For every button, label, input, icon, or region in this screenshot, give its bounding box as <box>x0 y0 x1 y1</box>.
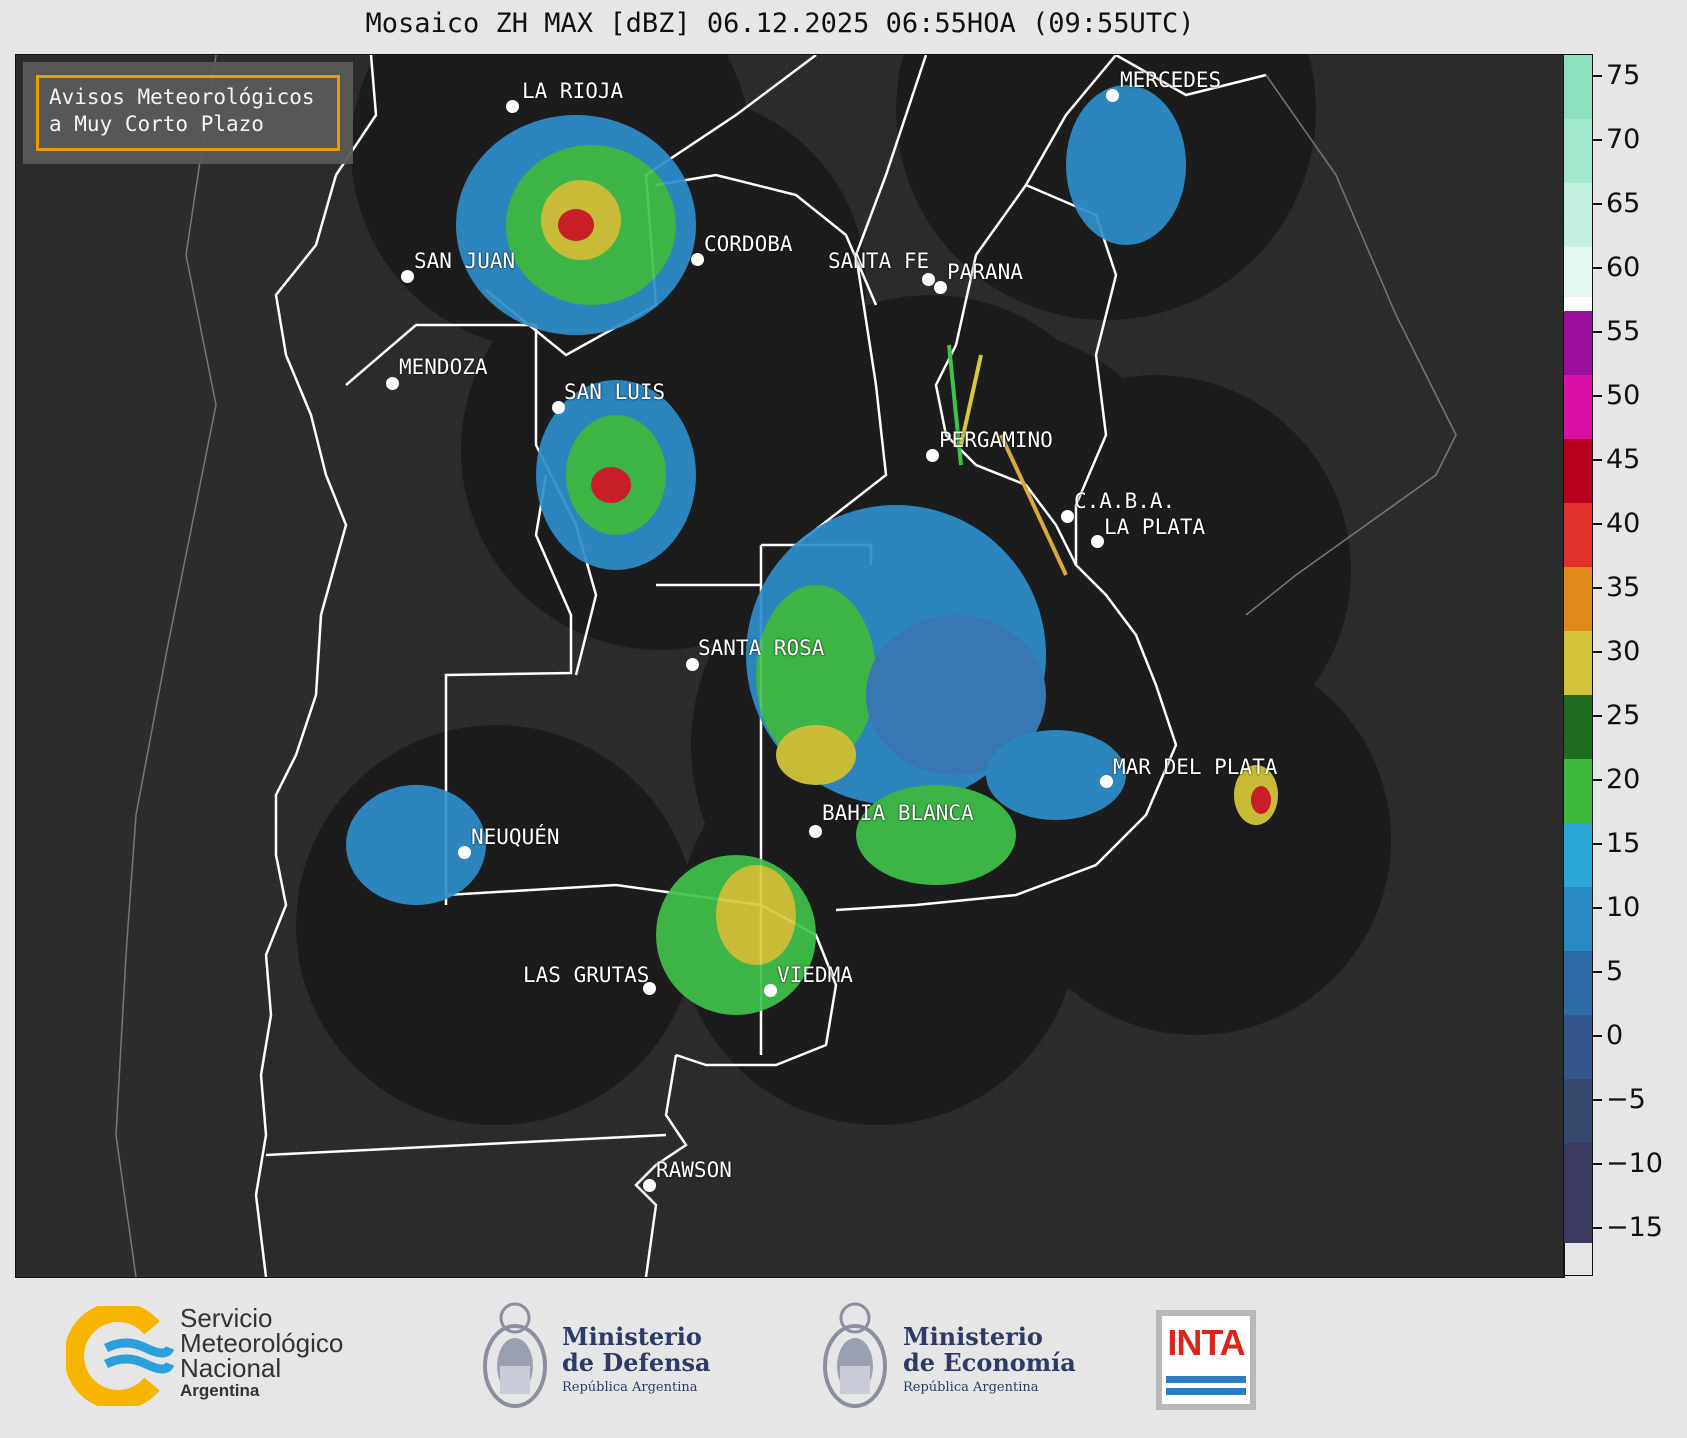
city-label-mercedes: MERCEDES <box>1120 68 1222 92</box>
city-dot-la-plata[interactable] <box>1091 535 1104 548</box>
cbar-label: 0 <box>1606 1020 1624 1051</box>
cbar-label: 45 <box>1606 444 1641 475</box>
cbar-label: 10 <box>1606 892 1641 923</box>
cbar-tick <box>1593 1163 1602 1165</box>
colorbar <box>1563 54 1593 1276</box>
cbar-tick <box>1593 75 1602 77</box>
city-dot-san-juan[interactable] <box>401 270 414 283</box>
city-dot-rawson[interactable] <box>643 1179 656 1192</box>
city-label-las-grutas: LAS GRUTAS <box>523 963 650 987</box>
city-label-santa-rosa: SANTA ROSA <box>698 636 825 660</box>
cbar-tick <box>1593 139 1602 141</box>
badge-panel: Avisos Meteorológicos a Muy Corto Plazo <box>23 62 353 164</box>
cbar-label: −5 <box>1606 1084 1646 1115</box>
city-label-santa-fe: SANTA FE <box>828 249 930 273</box>
cbar-tick <box>1593 779 1602 781</box>
economia-sub: República Argentina <box>903 1380 1039 1395</box>
cbar-label: 25 <box>1606 700 1641 731</box>
cbar-label: 40 <box>1606 508 1641 539</box>
city-label-mendoza: MENDOZA <box>399 355 488 379</box>
cbar-tick <box>1593 267 1602 269</box>
cbar-tick <box>1593 523 1602 525</box>
city-label-la-rioja: LA RIOJA <box>522 79 624 103</box>
cbar-tick <box>1593 331 1602 333</box>
city-label-viedma: VIEDMA <box>777 963 853 987</box>
cbar-tick <box>1593 1227 1602 1229</box>
city-label-la-plata: LA PLATA <box>1104 515 1206 539</box>
radar-circle-neuquen <box>296 725 696 1125</box>
cbar-tick <box>1593 587 1602 589</box>
cbar-label: 75 <box>1606 60 1641 91</box>
city-label-parana: PARANA <box>947 260 1023 284</box>
cbar-tick <box>1593 907 1602 909</box>
radar-map[interactable]: Avisos Meteorológicos a Muy Corto Plazo … <box>15 54 1565 1278</box>
cbar-label: 35 <box>1606 572 1641 603</box>
cbar-tick <box>1593 715 1602 717</box>
cbar-label: 65 <box>1606 188 1641 219</box>
city-dot-cordoba[interactable] <box>691 253 704 266</box>
cbar-tick <box>1593 651 1602 653</box>
cbar-label: 30 <box>1606 636 1641 667</box>
badge-frame: Avisos Meteorológicos a Muy Corto Plazo <box>36 75 340 151</box>
city-label-pergamino: PERGAMINO <box>939 428 1053 452</box>
cbar-label: 50 <box>1606 380 1641 411</box>
city-dot-la-rioja[interactable] <box>506 100 519 113</box>
city-dot-neuquen[interactable] <box>458 846 471 859</box>
economia-line-1: Ministerio <box>903 1322 1043 1351</box>
city-dot-parana[interactable] <box>934 281 947 294</box>
cbar-label: 55 <box>1606 316 1641 347</box>
cbar-tick <box>1593 1035 1602 1037</box>
city-dot-mendoza[interactable] <box>386 377 399 390</box>
economia-name: Ministerio de Economía <box>903 1324 1076 1376</box>
badge-line-1: Avisos Meteorológicos <box>49 85 315 109</box>
inta-logo: INTA <box>1156 1310 1256 1410</box>
city-label-neuquen: NEUQUÉN <box>471 825 560 849</box>
cbar-label: 5 <box>1606 956 1624 987</box>
cbar-label: −10 <box>1606 1148 1663 1179</box>
defensa-line-2: de Defensa <box>562 1348 711 1377</box>
cbar-tick <box>1593 971 1602 973</box>
cbar-tick <box>1593 395 1602 397</box>
city-dot-santa-fe[interactable] <box>922 273 935 286</box>
coat-of-arms-icon <box>823 1302 887 1408</box>
badge-line-2: a Muy Corto Plazo <box>49 112 264 136</box>
defensa-name: Ministerio de Defensa <box>562 1324 711 1376</box>
defensa-sub: República Argentina <box>562 1380 698 1395</box>
city-dot-caba[interactable] <box>1061 510 1074 523</box>
city-label-bahia-blanca: BAHIA BLANCA <box>822 801 974 825</box>
cbar-label: 20 <box>1606 764 1641 795</box>
cbar-label: 60 <box>1606 252 1641 283</box>
city-dot-mercedes[interactable] <box>1106 89 1119 102</box>
city-label-caba: C.A.B.A. <box>1074 489 1176 513</box>
coat-of-arms-icon <box>483 1302 547 1408</box>
economia-line-2: de Economía <box>903 1348 1076 1377</box>
cbar-tick <box>1593 203 1602 205</box>
map-title: Mosaico ZH MAX [dBZ] 06.12.2025 06:55HOA… <box>365 8 1195 39</box>
smn-line-3: Nacional <box>180 1353 282 1383</box>
city-dot-bahia-blanca[interactable] <box>809 825 822 838</box>
inta-label: INTA <box>1167 1322 1245 1363</box>
smn-logo-icon <box>66 1306 175 1406</box>
city-label-rawson: RAWSON <box>656 1158 732 1182</box>
smn-name: Servicio Meteorológico Nacional Argentin… <box>180 1305 343 1401</box>
city-label-san-luis: SAN LUIS <box>564 380 666 404</box>
city-dot-mar-del-plata[interactable] <box>1100 775 1113 788</box>
city-label-mar-del-plata: MAR DEL PLATA <box>1113 755 1278 779</box>
defensa-line-1: Ministerio <box>562 1322 702 1351</box>
cbar-tick <box>1593 1099 1602 1101</box>
footer-logos: Servicio Meteorológico Nacional Argentin… <box>0 1276 1687 1438</box>
cbar-tick <box>1593 459 1602 461</box>
city-dot-viedma[interactable] <box>764 984 777 997</box>
smn-line-4: Argentina <box>180 1381 260 1400</box>
city-dot-pergamino[interactable] <box>926 449 939 462</box>
cbar-label: 15 <box>1606 828 1641 859</box>
city-label-cordoba: CORDOBA <box>704 232 793 256</box>
cbar-label: −15 <box>1606 1212 1663 1243</box>
cbar-tick <box>1593 843 1602 845</box>
cbar-label: 70 <box>1606 124 1641 155</box>
city-label-san-juan: SAN JUAN <box>414 249 516 273</box>
